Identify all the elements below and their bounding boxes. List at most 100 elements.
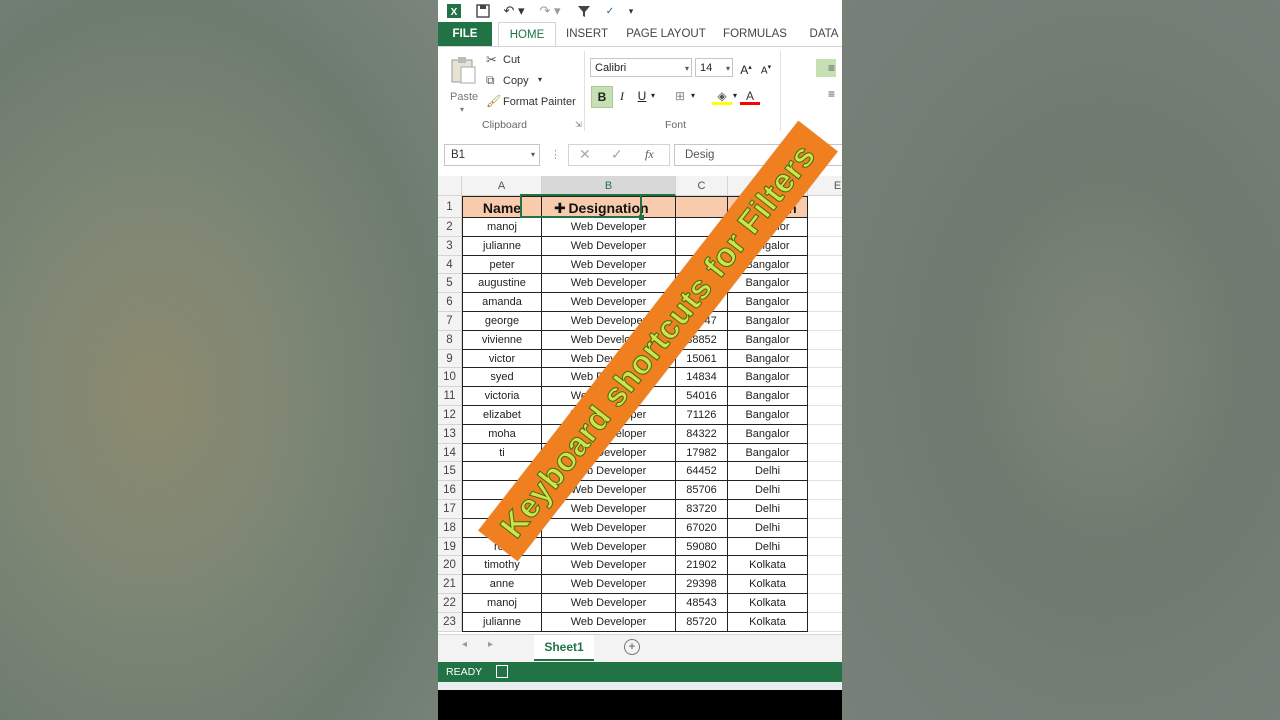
row-header[interactable]: 5 xyxy=(438,274,462,294)
empty-cell[interactable] xyxy=(808,368,842,388)
cell-location[interactable]: Delhi xyxy=(728,518,808,538)
fill-color-icon[interactable]: ◈ xyxy=(712,86,732,105)
sheet-tab-sheet1[interactable]: Sheet1 xyxy=(534,635,594,661)
increase-font-size-icon[interactable]: A▴ xyxy=(736,58,756,78)
cell-name[interactable]: timothy xyxy=(462,556,542,576)
row-header[interactable]: 6 xyxy=(438,293,462,312)
row-header[interactable]: 9 xyxy=(438,349,462,369)
save-icon[interactable] xyxy=(474,2,492,20)
row-header[interactable]: 7 xyxy=(438,312,462,331)
empty-cell[interactable] xyxy=(808,556,842,576)
empty-cell[interactable] xyxy=(808,575,842,594)
redo-icon[interactable]: ↷ ▾ xyxy=(538,2,562,20)
spelling-check-icon[interactable]: ✓ xyxy=(602,2,618,20)
cell-name[interactable]: anne xyxy=(462,575,542,594)
borders-dropdown-icon[interactable]: ▾ xyxy=(688,86,698,106)
row-header[interactable]: 14 xyxy=(438,443,462,463)
cell-value[interactable]: 21902 xyxy=(676,556,728,576)
cell-location[interactable]: Bangalor xyxy=(728,406,808,425)
empty-cell[interactable] xyxy=(808,613,842,632)
row-header[interactable]: 11 xyxy=(438,387,462,406)
empty-cell[interactable] xyxy=(808,481,842,500)
filter-icon[interactable] xyxy=(576,2,592,20)
cell-location[interactable]: Bangalor xyxy=(728,349,808,369)
empty-cell[interactable] xyxy=(808,331,842,350)
cell-name[interactable]: moha xyxy=(462,424,542,444)
cell-location[interactable]: Bangalor xyxy=(728,330,808,350)
cell-value[interactable]: 83720 xyxy=(676,500,728,519)
cell-designation[interactable]: Web Developer xyxy=(542,274,676,294)
row-header[interactable]: 15 xyxy=(438,462,462,482)
row-header[interactable]: 17 xyxy=(438,500,462,519)
cell-designation[interactable]: Web Developer xyxy=(542,255,676,275)
cell-name[interactable]: julianne xyxy=(462,612,542,632)
fill-color-dropdown-icon[interactable]: ▾ xyxy=(730,86,740,106)
tab-file[interactable]: FILE xyxy=(438,22,492,46)
cell-name[interactable]: manoj xyxy=(462,218,542,237)
empty-cell[interactable] xyxy=(808,256,842,275)
select-all-corner[interactable] xyxy=(438,176,462,196)
cell-location[interactable]: Bangalor xyxy=(728,424,808,444)
row-header[interactable]: 12 xyxy=(438,406,462,425)
cell-designation[interactable]: Web Developer xyxy=(542,612,676,632)
cell-location[interactable]: Delhi xyxy=(728,500,808,519)
copy-button[interactable]: ⧉ Copy ▾ xyxy=(486,73,576,91)
tab-page-layout[interactable]: PAGE LAYOUT xyxy=(624,22,708,46)
borders-icon[interactable]: ⊞ xyxy=(670,86,690,106)
cell-location[interactable]: Bangalor xyxy=(728,443,808,463)
underline-dropdown-icon[interactable]: ▾ xyxy=(648,86,658,106)
cell-designation[interactable]: Web Developer xyxy=(542,218,676,237)
empty-cell[interactable] xyxy=(808,274,842,294)
empty-cell[interactable] xyxy=(808,594,842,613)
empty-cell[interactable] xyxy=(808,293,842,312)
worksheet-grid[interactable]: A B C D E 1 Name ✚ Designation Location … xyxy=(438,176,842,634)
cell-location[interactable]: Kolkata xyxy=(728,612,808,632)
empty-cell[interactable] xyxy=(808,500,842,519)
font-size-select[interactable]: 14 ▾ xyxy=(695,58,733,77)
tab-data[interactable]: DATA xyxy=(802,22,842,46)
cell-value[interactable]: 14834 xyxy=(676,368,728,388)
column-header-b[interactable]: B xyxy=(542,176,676,196)
customize-qat-icon[interactable]: ▾ xyxy=(626,2,636,20)
scroll-right-icon[interactable]: ▸ xyxy=(488,639,493,650)
cell-name[interactable]: amanda xyxy=(462,293,542,312)
cell-location[interactable]: Kolkata xyxy=(728,556,808,576)
scroll-left-icon[interactable]: ◂ xyxy=(462,639,467,650)
row-header[interactable]: 23 xyxy=(438,612,462,632)
cell-location[interactable]: Delhi xyxy=(728,462,808,482)
cell-value[interactable]: 64452 xyxy=(676,462,728,482)
empty-cell[interactable] xyxy=(808,519,842,538)
cell-designation[interactable]: Web Developer xyxy=(542,236,676,256)
undo-icon[interactable]: ↶ ▾ xyxy=(502,2,526,20)
macro-record-icon[interactable] xyxy=(496,665,508,678)
align-left-icon[interactable]: ≡ xyxy=(828,61,835,75)
row-header[interactable]: 1 xyxy=(438,196,462,218)
confirm-entry-icon[interactable]: ✓ xyxy=(611,146,623,163)
row-header[interactable]: 4 xyxy=(438,255,462,275)
cell-designation[interactable]: Web Developer xyxy=(542,594,676,613)
row-header[interactable]: 19 xyxy=(438,537,462,557)
bold-button[interactable]: B xyxy=(591,86,613,108)
tab-insert[interactable]: INSERT xyxy=(562,22,612,46)
font-color-icon[interactable]: A xyxy=(740,86,760,105)
cell-name[interactable]: victor xyxy=(462,349,542,369)
cell-name[interactable]: vivienne xyxy=(462,330,542,350)
cancel-entry-icon[interactable]: ✕ xyxy=(579,146,591,163)
cut-button[interactable]: ✂ Cut xyxy=(486,52,576,70)
italic-button[interactable]: I xyxy=(612,86,632,106)
row-header[interactable]: 13 xyxy=(438,424,462,444)
tab-formulas[interactable]: FORMULAS xyxy=(722,22,788,46)
cell-value[interactable]: 59080 xyxy=(676,537,728,557)
name-box[interactable]: B1 ▾ xyxy=(444,144,540,166)
font-name-select[interactable]: Calibri ▾ xyxy=(590,58,692,77)
header-cell-c[interactable] xyxy=(676,196,728,218)
cell-location[interactable]: Kolkata xyxy=(728,575,808,594)
column-header-a[interactable]: A xyxy=(462,176,542,196)
cell-location[interactable]: Bangalor xyxy=(728,368,808,388)
cell-value[interactable]: 85706 xyxy=(676,481,728,500)
tab-home[interactable]: HOME xyxy=(498,22,556,47)
cell-value[interactable]: 29398 xyxy=(676,575,728,594)
clipboard-launcher-icon[interactable]: ⇲ xyxy=(575,120,582,129)
cell-location[interactable]: Delhi xyxy=(728,537,808,557)
row-header[interactable]: 3 xyxy=(438,236,462,256)
